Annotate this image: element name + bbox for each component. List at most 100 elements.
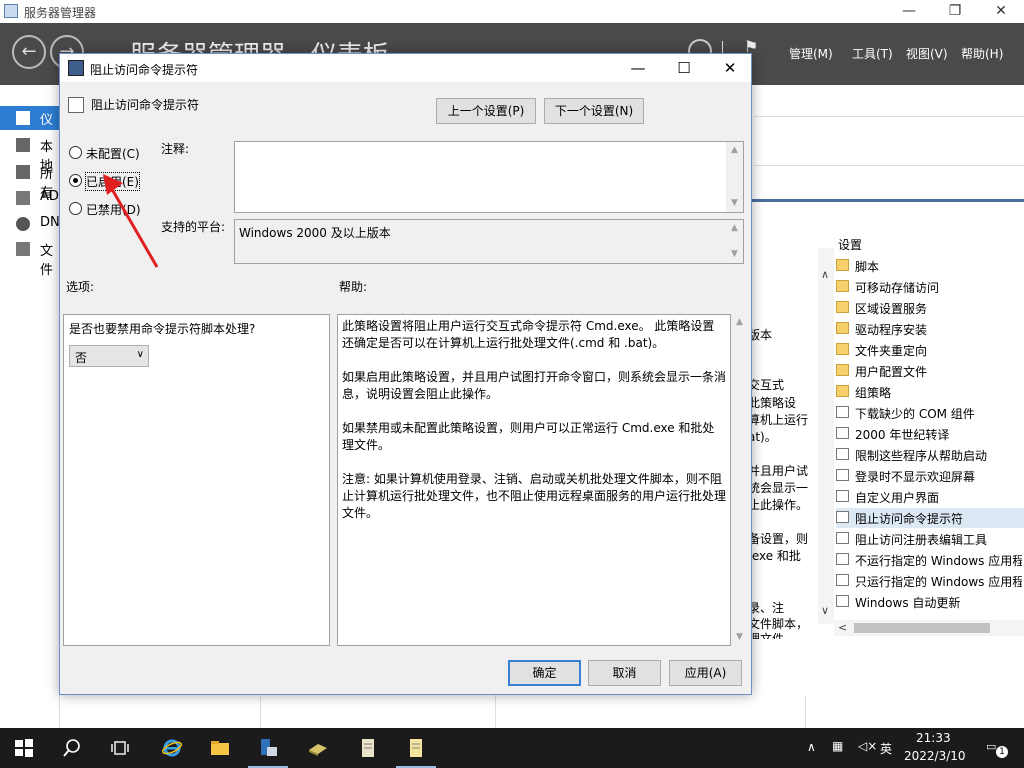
settings-horizontal-scrollbar[interactable]: < xyxy=(834,620,1024,636)
dashboard-tile xyxy=(754,87,1024,117)
settings-item-selected[interactable]: 阻止访问命令提示符 xyxy=(836,508,1024,528)
radio-not-configured[interactable]: 未配置(C) xyxy=(69,143,159,161)
notification-center-icon[interactable]: ▭ xyxy=(986,740,996,753)
script-processing-select[interactable]: 否 ∨ xyxy=(69,345,149,367)
platform-scrollbar[interactable]: ▲ ▼ xyxy=(726,220,743,263)
menu-tools[interactable]: 工具(T) xyxy=(852,45,893,62)
menu-view[interactable]: 视图(V) xyxy=(906,45,948,62)
comment-scrollbar[interactable]: ▲ ▼ xyxy=(726,142,743,212)
clock-date[interactable]: 2022/3/10 xyxy=(904,749,966,763)
settings-item[interactable]: 用户配置文件 xyxy=(836,361,1022,381)
scroll-up-icon[interactable]: ∧ xyxy=(821,268,829,281)
scroll-down-icon[interactable]: ▼ xyxy=(726,246,743,263)
input-language-indicator[interactable]: 英 xyxy=(880,740,892,757)
network-icon[interactable]: ▦ xyxy=(832,739,843,753)
server-manager-icon xyxy=(261,739,277,756)
back-arrow-icon[interactable]: ← xyxy=(12,35,46,69)
settings-item[interactable]: Windows 自动更新 xyxy=(836,592,1022,612)
sidebar-item-ad[interactable]: AD xyxy=(0,186,60,210)
help-text: 此策略设置将阻止用户运行交互式命令提示符 Cmd.exe。 此策略设置还确定是否… xyxy=(342,318,726,539)
toolbox-taskbar-button[interactable] xyxy=(294,728,342,768)
server-manager-taskbar-button[interactable] xyxy=(244,728,292,768)
notepad-taskbar-button-2[interactable] xyxy=(392,728,440,768)
settings-item[interactable]: 下载缺少的 COM 组件 xyxy=(836,403,1022,423)
notepad-taskbar-button-1[interactable] xyxy=(344,728,392,768)
settings-item[interactable]: 脚本 xyxy=(836,256,1022,276)
dialog-titlebar[interactable]: 阻止访问命令提示符 — ☐ ✕ xyxy=(60,54,751,82)
menu-manage[interactable]: 管理(M) xyxy=(789,45,833,62)
settings-item[interactable]: 阻止访问注册表编辑工具 xyxy=(836,529,1022,549)
task-view-button[interactable] xyxy=(96,728,144,768)
description-fragment: .exe 和批 xyxy=(748,549,801,563)
settings-item[interactable]: 不运行指定的 Windows 应用程 xyxy=(836,550,1022,570)
sidebar-item-local-server[interactable]: 本地 xyxy=(0,133,60,174)
scroll-thumb[interactable] xyxy=(854,623,990,633)
toolbox-icon xyxy=(309,744,327,756)
server-icon xyxy=(16,138,30,152)
settings-item[interactable]: 登录时不显示欢迎屏幕 xyxy=(836,466,1022,486)
settings-item-label: 阻止访问命令提示符 xyxy=(855,512,964,526)
policy-setting-icon xyxy=(836,532,849,544)
clock-time[interactable]: 21:33 xyxy=(916,731,951,745)
taskbar: ∧ ▦ ◁× 英 21:33 2022/3/10 ▭ 1 xyxy=(0,728,1024,768)
scroll-down-icon[interactable]: ▼ xyxy=(731,629,748,646)
supported-platform-label: 支持的平台: xyxy=(161,220,226,234)
settings-item-label: 文件夹重定向 xyxy=(855,344,928,358)
radio-indicator[interactable] xyxy=(69,146,82,159)
scroll-down-icon[interactable]: ▼ xyxy=(726,195,743,212)
help-scrollbar[interactable]: ▲ ▼ xyxy=(731,314,748,646)
options-label: 选项: xyxy=(66,280,95,294)
sidebar-item-file-services[interactable]: 文件 xyxy=(0,237,60,278)
settings-item[interactable]: 可移动存储访问 xyxy=(836,277,1022,297)
settings-item[interactable]: 驱动程序安装 xyxy=(836,319,1022,339)
radio-indicator[interactable] xyxy=(69,202,82,215)
comment-textarea[interactable]: ▲ ▼ xyxy=(234,141,744,213)
file-explorer-button[interactable] xyxy=(196,728,244,768)
scroll-up-icon[interactable]: ▲ xyxy=(726,220,743,237)
dialog-maximize-button[interactable]: ☐ xyxy=(661,56,707,80)
policy-setting-icon xyxy=(836,553,849,565)
settings-item[interactable]: 区域设置服务 xyxy=(836,298,1022,318)
search-button[interactable] xyxy=(48,728,96,768)
radio-indicator-selected[interactable] xyxy=(69,174,82,187)
sidebar-item-label: 文件 xyxy=(40,244,54,278)
policy-setting-dialog: 阻止访问命令提示符 — ☐ ✕ 阻止访问命令提示符 上一个设置(P) 下一个设置… xyxy=(59,53,752,695)
scroll-left-icon[interactable]: < xyxy=(838,621,847,634)
description-fragment: 录、注 xyxy=(748,601,785,615)
settings-item[interactable]: 只运行指定的 Windows 应用程 xyxy=(836,571,1022,591)
previous-setting-button[interactable]: 上一个设置(P) xyxy=(436,98,536,124)
next-setting-button[interactable]: 下一个设置(N) xyxy=(544,98,644,124)
minimize-button[interactable]: — xyxy=(886,0,932,23)
sidebar-item-dns[interactable]: DN xyxy=(0,212,60,236)
sidebar-item-all-servers[interactable]: 所有 xyxy=(0,160,60,201)
dialog-minimize-button[interactable]: — xyxy=(615,56,661,80)
settings-item[interactable]: 组策略 xyxy=(836,382,1022,402)
close-button[interactable]: ✕ xyxy=(978,0,1024,23)
policy-setting-icon xyxy=(836,406,849,418)
settings-column-header[interactable]: 设置 xyxy=(838,236,862,253)
folder-icon xyxy=(836,280,849,292)
scroll-up-icon[interactable]: ▲ xyxy=(731,314,748,331)
settings-vertical-scrollbar[interactable]: ∧ ∨ xyxy=(818,248,834,624)
start-button[interactable] xyxy=(0,728,48,768)
internet-explorer-button[interactable] xyxy=(148,728,196,768)
settings-item[interactable]: 2000 年世纪转译 xyxy=(836,424,1022,444)
menu-help[interactable]: 帮助(H) xyxy=(961,45,1003,62)
volume-muted-icon[interactable]: ◁× xyxy=(858,739,877,753)
show-hidden-icons-chevron-icon[interactable]: ∧ xyxy=(807,740,816,754)
dialog-close-button[interactable]: ✕ xyxy=(707,56,753,80)
description-fragment: 并且用户试 xyxy=(748,464,809,478)
policy-setting-icon xyxy=(836,595,849,607)
scroll-down-icon[interactable]: ∨ xyxy=(821,604,829,617)
restore-button[interactable]: ❐ xyxy=(932,0,978,23)
command-prompt-icon xyxy=(68,60,84,76)
policy-setting-icon xyxy=(836,490,849,502)
cancel-button[interactable]: 取消 xyxy=(588,660,661,686)
ok-button[interactable]: 确定 xyxy=(508,660,581,686)
sidebar-item-dashboard[interactable]: 仪表 xyxy=(0,106,60,147)
apply-button[interactable]: 应用(A) xyxy=(669,660,742,686)
settings-item[interactable]: 自定义用户界面 xyxy=(836,487,1022,507)
settings-item[interactable]: 限制这些程序从帮助启动 xyxy=(836,445,1022,465)
settings-item[interactable]: 文件夹重定向 xyxy=(836,340,1022,360)
scroll-up-icon[interactable]: ▲ xyxy=(726,142,743,159)
